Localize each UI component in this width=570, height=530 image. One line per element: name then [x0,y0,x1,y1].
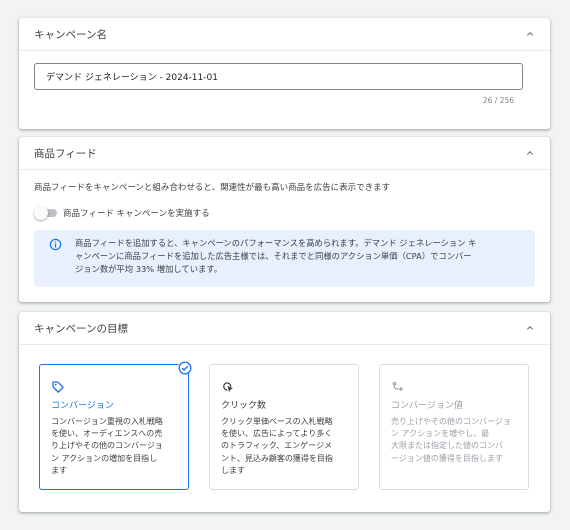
product-feed-description: 商品フィードをキャンペーンと組み合わせると、関連性が最も高い商品を広告に表示でき… [34,183,391,193]
product-feed-toggle-label: 商品フィード キャンペーンを実施する [63,209,210,219]
goal-description: コンバージョン重視の入札戦略 を使い、オーディエンスへの売 り上げやその他のコン… [51,416,177,477]
goal-desc-line: を使い、広告によってより多く [221,429,333,439]
info-line: ャンペーンに商品フィードを追加した広告主様では、それまでと同様のアクション単価（… [75,251,472,261]
chevron-up-icon[interactable] [524,28,536,40]
campaign-name-header[interactable]: キャンペーン名 [19,18,550,51]
product-feed-title: 商品フィード [34,147,97,160]
campaign-goal-header[interactable]: キャンペーンの目標 [19,312,550,345]
tag-icon [51,379,65,393]
product-feed-toggle[interactable] [34,206,58,220]
goal-desc-line: ージョン値の獲得を目指します [391,453,503,463]
goal-title: コンバージョン値 [391,401,463,411]
goal-desc-line: 売り上げやその他のコンバージョ [391,417,511,426]
conversion-value-icon [391,379,405,393]
goal-desc-line: コンバージョン重視の入札戦略 [51,417,163,426]
campaign-goal-card: キャンペーンの目標 コンバージョン コンバージョン重視の入札戦略 を使い、オーデ… [19,312,550,512]
info-icon [49,238,62,251]
goal-option-clicks[interactable]: クリック数 クリック単価ベースの入札戦略 を使い、広告によってより多く のトラフ… [209,364,359,490]
campaign-name-card: キャンペーン名 26 / 256 [19,18,550,129]
campaign-goal-title: キャンペーンの目標 [34,322,128,335]
product-feed-toggle-row: 商品フィード キャンペーンを実施する [34,206,210,220]
cursor-click-icon [221,379,235,393]
product-feed-header[interactable]: 商品フィード [19,137,550,170]
goal-desc-line: ント、見込み顧客の獲得を目指 [221,453,333,463]
product-feed-card: 商品フィード 商品フィードをキャンペーンと組み合わせると、関連性が最も高い商品を… [19,137,550,302]
info-line: ジョン数が平均 33% 増加しています。 [75,264,223,274]
chevron-up-icon[interactable] [524,147,536,159]
goal-desc-line: のトラフィック、エンゲージメ [221,441,332,451]
goal-desc-line: します [221,465,245,475]
goal-option-conversions[interactable]: コンバージョン コンバージョン重視の入札戦略 を使い、オーディエンスへの売 り上… [39,360,192,490]
goal-desc-line: ン アクションの増加を目指し [51,453,158,463]
toggle-thumb [34,206,48,220]
goal-title: クリック数 [221,401,267,411]
goal-desc-line: り上げやその他のコンバージョ [51,441,163,451]
goal-desc-line: ます [51,465,67,475]
product-feed-info-box: 商品フィードを追加すると、キャンペーンのパフォーマンスを高められます。デマンド … [34,230,535,287]
character-counter: 26 / 256 [482,96,514,105]
goal-desc-line: ン アクションを増やし、最 [391,429,490,439]
chevron-up-icon[interactable] [524,322,536,334]
goal-desc-line: 大限または指定した値のコンバ [391,441,503,451]
campaign-name-input[interactable] [34,63,523,90]
goal-title: コンバージョン [51,401,114,411]
goal-desc-line: を使い、オーディエンスへの売 [51,429,163,439]
check-circle-icon [178,360,192,375]
campaign-name-title: キャンペーン名 [34,28,107,41]
goal-description: クリック単価ベースの入札戦略 を使い、広告によってより多く のトラフィック、エン… [221,416,347,477]
goal-desc-line: クリック単価ベースの入札戦略 [221,417,333,426]
info-line: 商品フィードを追加すると、キャンペーンのパフォーマンスを高められます。デマンド … [75,238,477,248]
goal-option-conversion-value: コンバージョン値 売り上げやその他のコンバージョ ン アクションを増やし、最 大… [379,364,529,490]
goal-description: 売り上げやその他のコンバージョ ン アクションを増やし、最 大限または指定した値… [391,416,517,465]
